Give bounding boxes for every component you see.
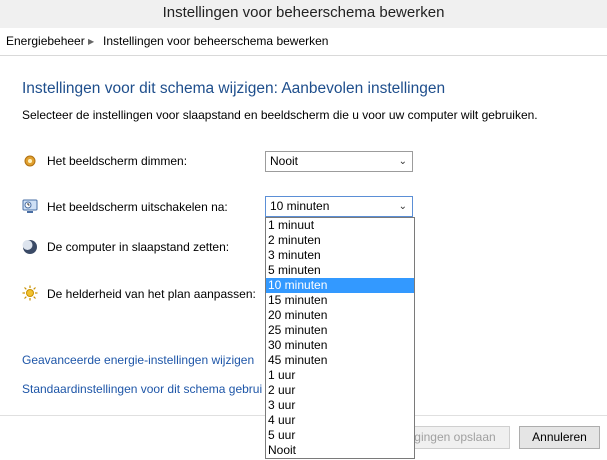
dropdown-option[interactable]: 2 minuten [266, 233, 414, 248]
brightness-dim-icon [22, 153, 38, 169]
dropdown-option[interactable]: 4 uur [266, 413, 414, 428]
dropdown-option[interactable]: 1 uur [266, 368, 414, 383]
chevron-down-icon: ⌄ [398, 201, 407, 212]
dropdown-option[interactable]: 5 minuten [266, 263, 414, 278]
advanced-settings-link[interactable]: Geavanceerde energie-instellingen wijzig… [22, 353, 254, 367]
dropdown-option[interactable]: 3 uur [266, 398, 414, 413]
dim-select[interactable]: Nooit ⌄ [265, 151, 413, 172]
sun-icon [22, 285, 38, 301]
cancel-button[interactable]: Annuleren [519, 426, 600, 449]
dropdown-option[interactable]: 20 minuten [266, 308, 414, 323]
dropdown-option[interactable]: 3 minuten [266, 248, 414, 263]
dropdown-option[interactable]: 30 minuten [266, 338, 414, 353]
dropdown-option[interactable]: 45 minuten [266, 353, 414, 368]
dropdown-option[interactable]: 2 uur [266, 383, 414, 398]
dropdown-option[interactable]: 15 minuten [266, 293, 414, 308]
moon-icon [22, 239, 38, 255]
page-title: Instellingen voor dit schema wijzigen: A… [22, 80, 446, 97]
dropdown-option[interactable]: 25 minuten [266, 323, 414, 338]
dim-label: Het beeldscherm dimmen: [47, 154, 188, 168]
sleep-label: De computer in slaapstand zetten: [47, 240, 230, 254]
restore-defaults-link[interactable]: Standaardinstellingen voor dit schema ge… [22, 382, 262, 396]
dropdown-option[interactable]: Nooit [266, 443, 414, 458]
page-subtitle: Selecteer de instellingen voor slaapstan… [22, 108, 538, 122]
dropdown-option[interactable]: 5 uur [266, 428, 414, 443]
dropdown-option[interactable]: 10 minuten [266, 278, 414, 293]
display-off-dropdown-list[interactable]: 1 minuut 2 minuten 3 minuten 5 minuten 10 mi… [265, 217, 415, 459]
brightness-label: De helderheid van het plan aanpassen: [47, 287, 256, 301]
breadcrumb-root[interactable]: Energiebeheer [6, 28, 85, 55]
save-button[interactable]: gingen opslaan [400, 426, 510, 449]
breadcrumb: Energiebeheer ▶ Instellingen voor beheer… [0, 28, 607, 56]
dropdown-option[interactable]: 1 minuut [266, 218, 414, 233]
breadcrumb-separator-icon: ▶ [88, 37, 95, 46]
window-title: Instellingen voor beheerschema bewerken [0, 0, 607, 28]
display-off-select[interactable]: 10 minuten ⌄ [265, 196, 413, 217]
dim-select-value: Nooit [270, 154, 299, 168]
display-off-select-value: 10 minuten [270, 199, 330, 213]
chevron-down-icon: ⌄ [398, 156, 407, 167]
breadcrumb-current: Instellingen voor beheerschema bewerken [103, 34, 329, 48]
monitor-clock-icon [22, 198, 38, 214]
display-off-label: Het beeldscherm uitschakelen na: [47, 200, 228, 214]
